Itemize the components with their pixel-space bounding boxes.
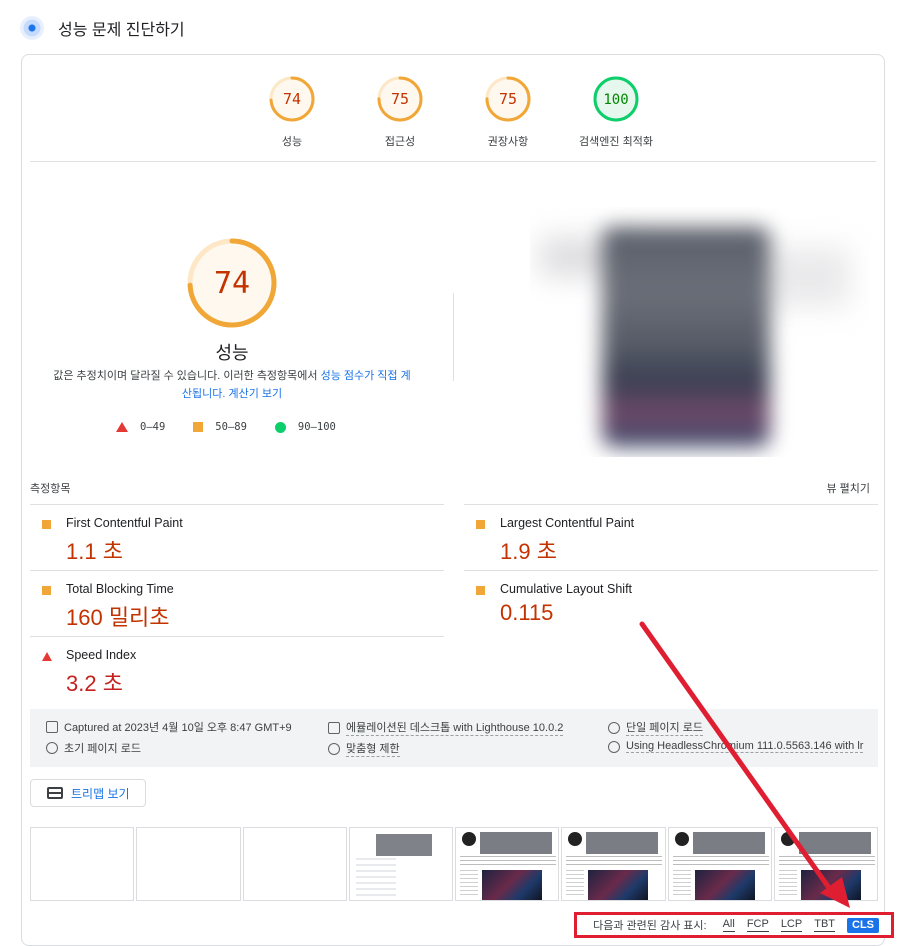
performance-gauge: 74: [187, 238, 277, 328]
gauge-score: 74: [283, 90, 301, 108]
metric-name: Speed Index: [66, 648, 137, 662]
filter-cls[interactable]: CLS: [847, 917, 879, 933]
gauge-score: 75: [499, 90, 517, 108]
metric-cls[interactable]: Cumulative Layout Shift 0.115: [464, 570, 878, 636]
gauge-ring: 75: [485, 76, 531, 122]
report-card: 74 성능 75 접근성 75 권장사항 100 검색엔진 최적화 74 성능 …: [21, 54, 885, 946]
metric-value: 1.1 초: [66, 539, 123, 564]
metric-value: 0.115: [500, 600, 554, 625]
average-square-icon: [476, 520, 485, 529]
wifi-icon: [328, 742, 340, 755]
filmstrip-frame: [773, 827, 878, 901]
gauge-label: 접근성: [384, 136, 416, 148]
divider: [30, 161, 876, 162]
square-icon: [193, 422, 204, 432]
audit-filter-bar: 다음과 관련된 감사 표시: All FCP LCP TBT CLS: [574, 912, 894, 938]
triangle-icon: [116, 422, 128, 432]
filmstrip-frame: [348, 827, 453, 901]
gauge-seo[interactable]: 100 검색엔진 최적화: [556, 75, 676, 149]
filmstrip: [30, 827, 878, 901]
gauge-ring: 100: [593, 76, 639, 122]
filmstrip-frame: [561, 827, 666, 901]
people-icon: [608, 721, 620, 734]
treemap-icon: [47, 787, 63, 799]
gauge-score: 100: [603, 92, 628, 108]
average-square-icon: [42, 520, 51, 529]
gauge-ring: 74: [269, 76, 315, 122]
legend-fail: 0–49: [116, 421, 165, 433]
metric-value: 160 밀리초: [66, 605, 170, 630]
performance-score: 74 성능: [22, 235, 442, 365]
info-device[interactable]: 에뮬레이션된 데스크톱 with Lighthouse 10.0.2: [328, 719, 564, 736]
info-session[interactable]: 단일 페이지 로드: [608, 719, 703, 736]
metric-tbt[interactable]: Total Blocking Time 160 밀리초: [30, 570, 444, 636]
metric-name: First Contentful Paint: [66, 516, 183, 530]
chrome-icon: [608, 740, 620, 753]
performance-score-value: 74: [214, 266, 250, 301]
filter-fcp[interactable]: FCP: [746, 918, 769, 932]
metric-name: Largest Contentful Paint: [500, 516, 635, 530]
metric-name: Cumulative Layout Shift: [500, 582, 633, 596]
metric-speed-index[interactable]: Speed Index 3.2 초: [30, 636, 444, 702]
gauge-label: 성능: [281, 136, 303, 148]
info-captured: Captured at 2023년 4월 10일 오후 8:47 GMT+9: [46, 719, 292, 735]
info-initial-load: 초기 페이지 로드: [46, 740, 141, 756]
expand-view-toggle[interactable]: 뷰 펼치기: [826, 480, 870, 496]
fail-triangle-icon: [42, 652, 52, 661]
calendar-icon: [46, 721, 58, 733]
filter-all[interactable]: All: [722, 918, 735, 932]
gauge-label: 검색엔진 최적화: [579, 136, 653, 148]
filmstrip-frame: [30, 827, 135, 901]
legend-pass: 90–100: [274, 421, 336, 433]
filter-tbt[interactable]: TBT: [814, 918, 835, 932]
filmstrip-frame: [455, 827, 560, 901]
info-throttle[interactable]: 맞춤형 제한: [328, 740, 400, 757]
page-header: 성능 문제 진단하기: [20, 14, 185, 42]
info-browser[interactable]: Using HeadlessChromium 111.0.5563.146 wi…: [608, 740, 864, 753]
average-square-icon: [42, 586, 51, 595]
filter-label: 다음과 관련된 감사 표시:: [593, 920, 707, 932]
circle-icon: [274, 421, 286, 433]
score-legend: 0–49 50–89 90–100: [116, 421, 336, 433]
desktop-icon: [328, 721, 340, 734]
gauge-performance[interactable]: 74 성능: [232, 75, 352, 149]
metric-value: 1.9 초: [500, 539, 557, 564]
filmstrip-frame: [242, 827, 347, 901]
filmstrip-frame: [667, 827, 772, 901]
metrics-title: 측정항목: [30, 483, 71, 495]
metric-lcp[interactable]: Largest Contentful Paint 1.9 초: [464, 504, 878, 570]
runtime-settings: Captured at 2023년 4월 10일 오후 8:47 GMT+9 초…: [30, 709, 878, 767]
final-screenshot[interactable]: [530, 207, 870, 457]
category-gauges: 74 성능 75 접근성 75 권장사항 100 검색엔진 최적화: [22, 75, 884, 149]
blurred-page-image: [602, 227, 770, 447]
score-description: 값은 추정치이며 달라질 수 있습니다. 이러한 측정항목에서 성능 점수가 직…: [52, 367, 412, 403]
lighthouse-icon: [20, 16, 44, 40]
page-title: 성능 문제 진단하기: [58, 22, 185, 39]
calculator-link[interactable]: 계산기 보기: [228, 388, 282, 400]
vertical-divider: [453, 293, 454, 381]
gauge-label: 권장사항: [487, 136, 529, 148]
metrics-header: 측정항목 뷰 펼치기: [30, 480, 870, 496]
gauge-best-practices[interactable]: 75 권장사항: [448, 75, 568, 149]
legend-average: 50–89: [193, 421, 247, 433]
metric-value: 3.2 초: [66, 671, 123, 696]
metric-name: Total Blocking Time: [66, 582, 174, 596]
gauge-ring: 75: [377, 76, 423, 122]
gauge-accessibility[interactable]: 75 접근성: [340, 75, 460, 149]
gauge-score: 75: [391, 90, 409, 108]
average-square-icon: [476, 586, 485, 595]
filter-lcp[interactable]: LCP: [780, 918, 803, 932]
filmstrip-frame: [136, 827, 241, 901]
view-treemap-button[interactable]: 트리맵 보기: [30, 779, 146, 807]
metric-fcp[interactable]: First Contentful Paint 1.1 초: [30, 504, 444, 570]
timer-icon: [46, 742, 58, 754]
performance-label: 성능: [215, 343, 249, 363]
score-desc-text: 값은 추정치이며 달라질 수 있습니다. 이러한 측정항목에서: [53, 370, 321, 382]
